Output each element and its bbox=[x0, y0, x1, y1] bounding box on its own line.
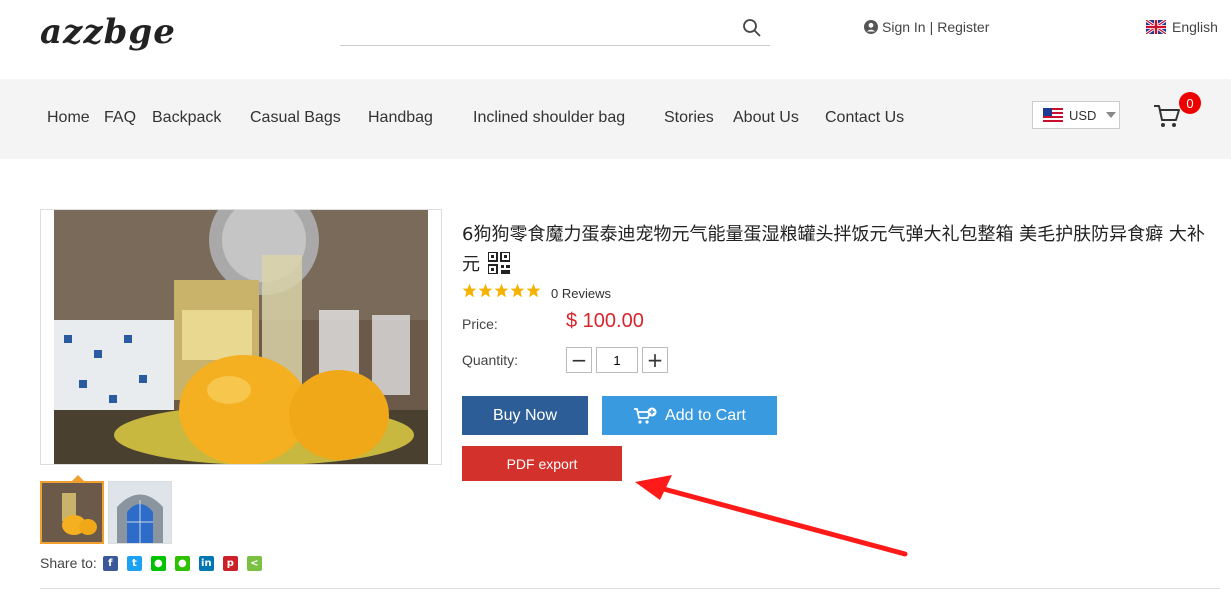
language-label: English bbox=[1172, 19, 1218, 35]
star-icon bbox=[462, 283, 477, 298]
nav-faq[interactable]: FAQ bbox=[104, 109, 136, 127]
language-selector[interactable]: English bbox=[1146, 19, 1218, 35]
twitter-icon[interactable]: t bbox=[126, 555, 142, 571]
share-label: Share to: bbox=[40, 555, 97, 571]
search-icon[interactable] bbox=[742, 18, 762, 38]
top-header: azzbge Sign In | Register English bbox=[0, 0, 1231, 79]
nav-about-us[interactable]: About Us bbox=[733, 109, 799, 127]
quantity-input[interactable] bbox=[596, 347, 638, 373]
linkedin-icon[interactable]: in bbox=[198, 555, 214, 571]
buy-now-label: Buy Now bbox=[492, 406, 558, 424]
star-icon bbox=[478, 283, 493, 298]
reviews-count[interactable]: 0 Reviews bbox=[551, 286, 611, 301]
currency-selector[interactable]: USD bbox=[1032, 101, 1120, 129]
price-label: Price: bbox=[462, 316, 498, 332]
cart-count-badge: 0 bbox=[1179, 92, 1201, 114]
nav-contact-us[interactable]: Contact Us bbox=[825, 109, 904, 127]
main-nav: Home FAQ Backpack Casual Bags Handbag In… bbox=[0, 79, 1231, 159]
star-icon bbox=[494, 283, 509, 298]
us-flag-icon bbox=[1043, 108, 1063, 122]
site-logo[interactable]: azzbge bbox=[40, 12, 176, 52]
pdf-export-button[interactable]: PDF export bbox=[462, 446, 622, 481]
register-link[interactable]: Register bbox=[937, 19, 989, 35]
nav-stories[interactable]: Stories bbox=[664, 109, 714, 127]
quantity-label: Quantity: bbox=[462, 352, 519, 368]
account-separator: | bbox=[929, 19, 934, 35]
chevron-down-icon bbox=[1106, 112, 1117, 118]
product-main-image[interactable] bbox=[40, 209, 442, 465]
section-divider bbox=[40, 588, 1220, 589]
share-bar: Share to: f t ● ● in p < bbox=[40, 555, 262, 571]
buy-now-button[interactable]: Buy Now bbox=[462, 396, 588, 435]
quantity-increase-button[interactable]: + bbox=[642, 347, 668, 373]
nav-inclined-shoulder-bag[interactable]: Inclined shoulder bag bbox=[473, 109, 625, 127]
cart-icon[interactable] bbox=[1152, 101, 1182, 131]
quantity-stepper: − + bbox=[566, 347, 668, 373]
rating-stars bbox=[462, 283, 541, 298]
currency-label: USD bbox=[1069, 107, 1097, 123]
sign-in-link[interactable]: Sign In bbox=[882, 19, 926, 35]
share-icon[interactable]: < bbox=[246, 555, 262, 571]
star-icon bbox=[526, 283, 541, 298]
star-icon bbox=[510, 283, 525, 298]
quantity-decrease-button[interactable]: − bbox=[566, 347, 592, 373]
uk-flag-icon bbox=[1146, 20, 1166, 34]
line-icon[interactable]: ● bbox=[150, 555, 166, 571]
add-to-cart-label: Add to Cart bbox=[665, 406, 746, 424]
search-bar bbox=[340, 12, 770, 46]
annotation-arrow bbox=[635, 475, 908, 557]
nav-casual-bags[interactable]: Casual Bags bbox=[250, 109, 341, 127]
add-to-cart-button[interactable]: Add to Cart bbox=[602, 396, 777, 435]
nav-backpack[interactable]: Backpack bbox=[152, 109, 221, 127]
user-icon bbox=[864, 20, 878, 34]
pdf-export-label: PDF export bbox=[506, 455, 578, 472]
product-photo bbox=[54, 210, 428, 464]
qr-code-icon[interactable] bbox=[488, 252, 510, 274]
account-links: Sign In | Register bbox=[864, 19, 989, 35]
product-title: 6狗狗零食魔力蛋泰迪宠物元气能量蛋湿粮罐头拌饭元气弹大礼包整箱 美毛护肤防异食癖… bbox=[462, 220, 1207, 280]
pinterest-icon[interactable]: p bbox=[222, 555, 238, 571]
facebook-icon[interactable]: f bbox=[102, 555, 118, 571]
product-title-text: 6狗狗零食魔力蛋泰迪宠物元气能量蛋湿粮罐头拌饭元气弹大礼包整箱 美毛护肤防异食癖… bbox=[462, 224, 1205, 275]
product-price: $ 100.00 bbox=[566, 310, 644, 332]
nav-home[interactable]: Home bbox=[47, 109, 90, 127]
nav-handbag[interactable]: Handbag bbox=[368, 109, 433, 127]
search-input[interactable] bbox=[340, 12, 730, 44]
wechat-icon[interactable]: ● bbox=[174, 555, 190, 571]
thumbnail-1[interactable] bbox=[40, 481, 104, 544]
thumbnail-2[interactable] bbox=[108, 481, 172, 544]
add-cart-icon bbox=[634, 407, 657, 424]
